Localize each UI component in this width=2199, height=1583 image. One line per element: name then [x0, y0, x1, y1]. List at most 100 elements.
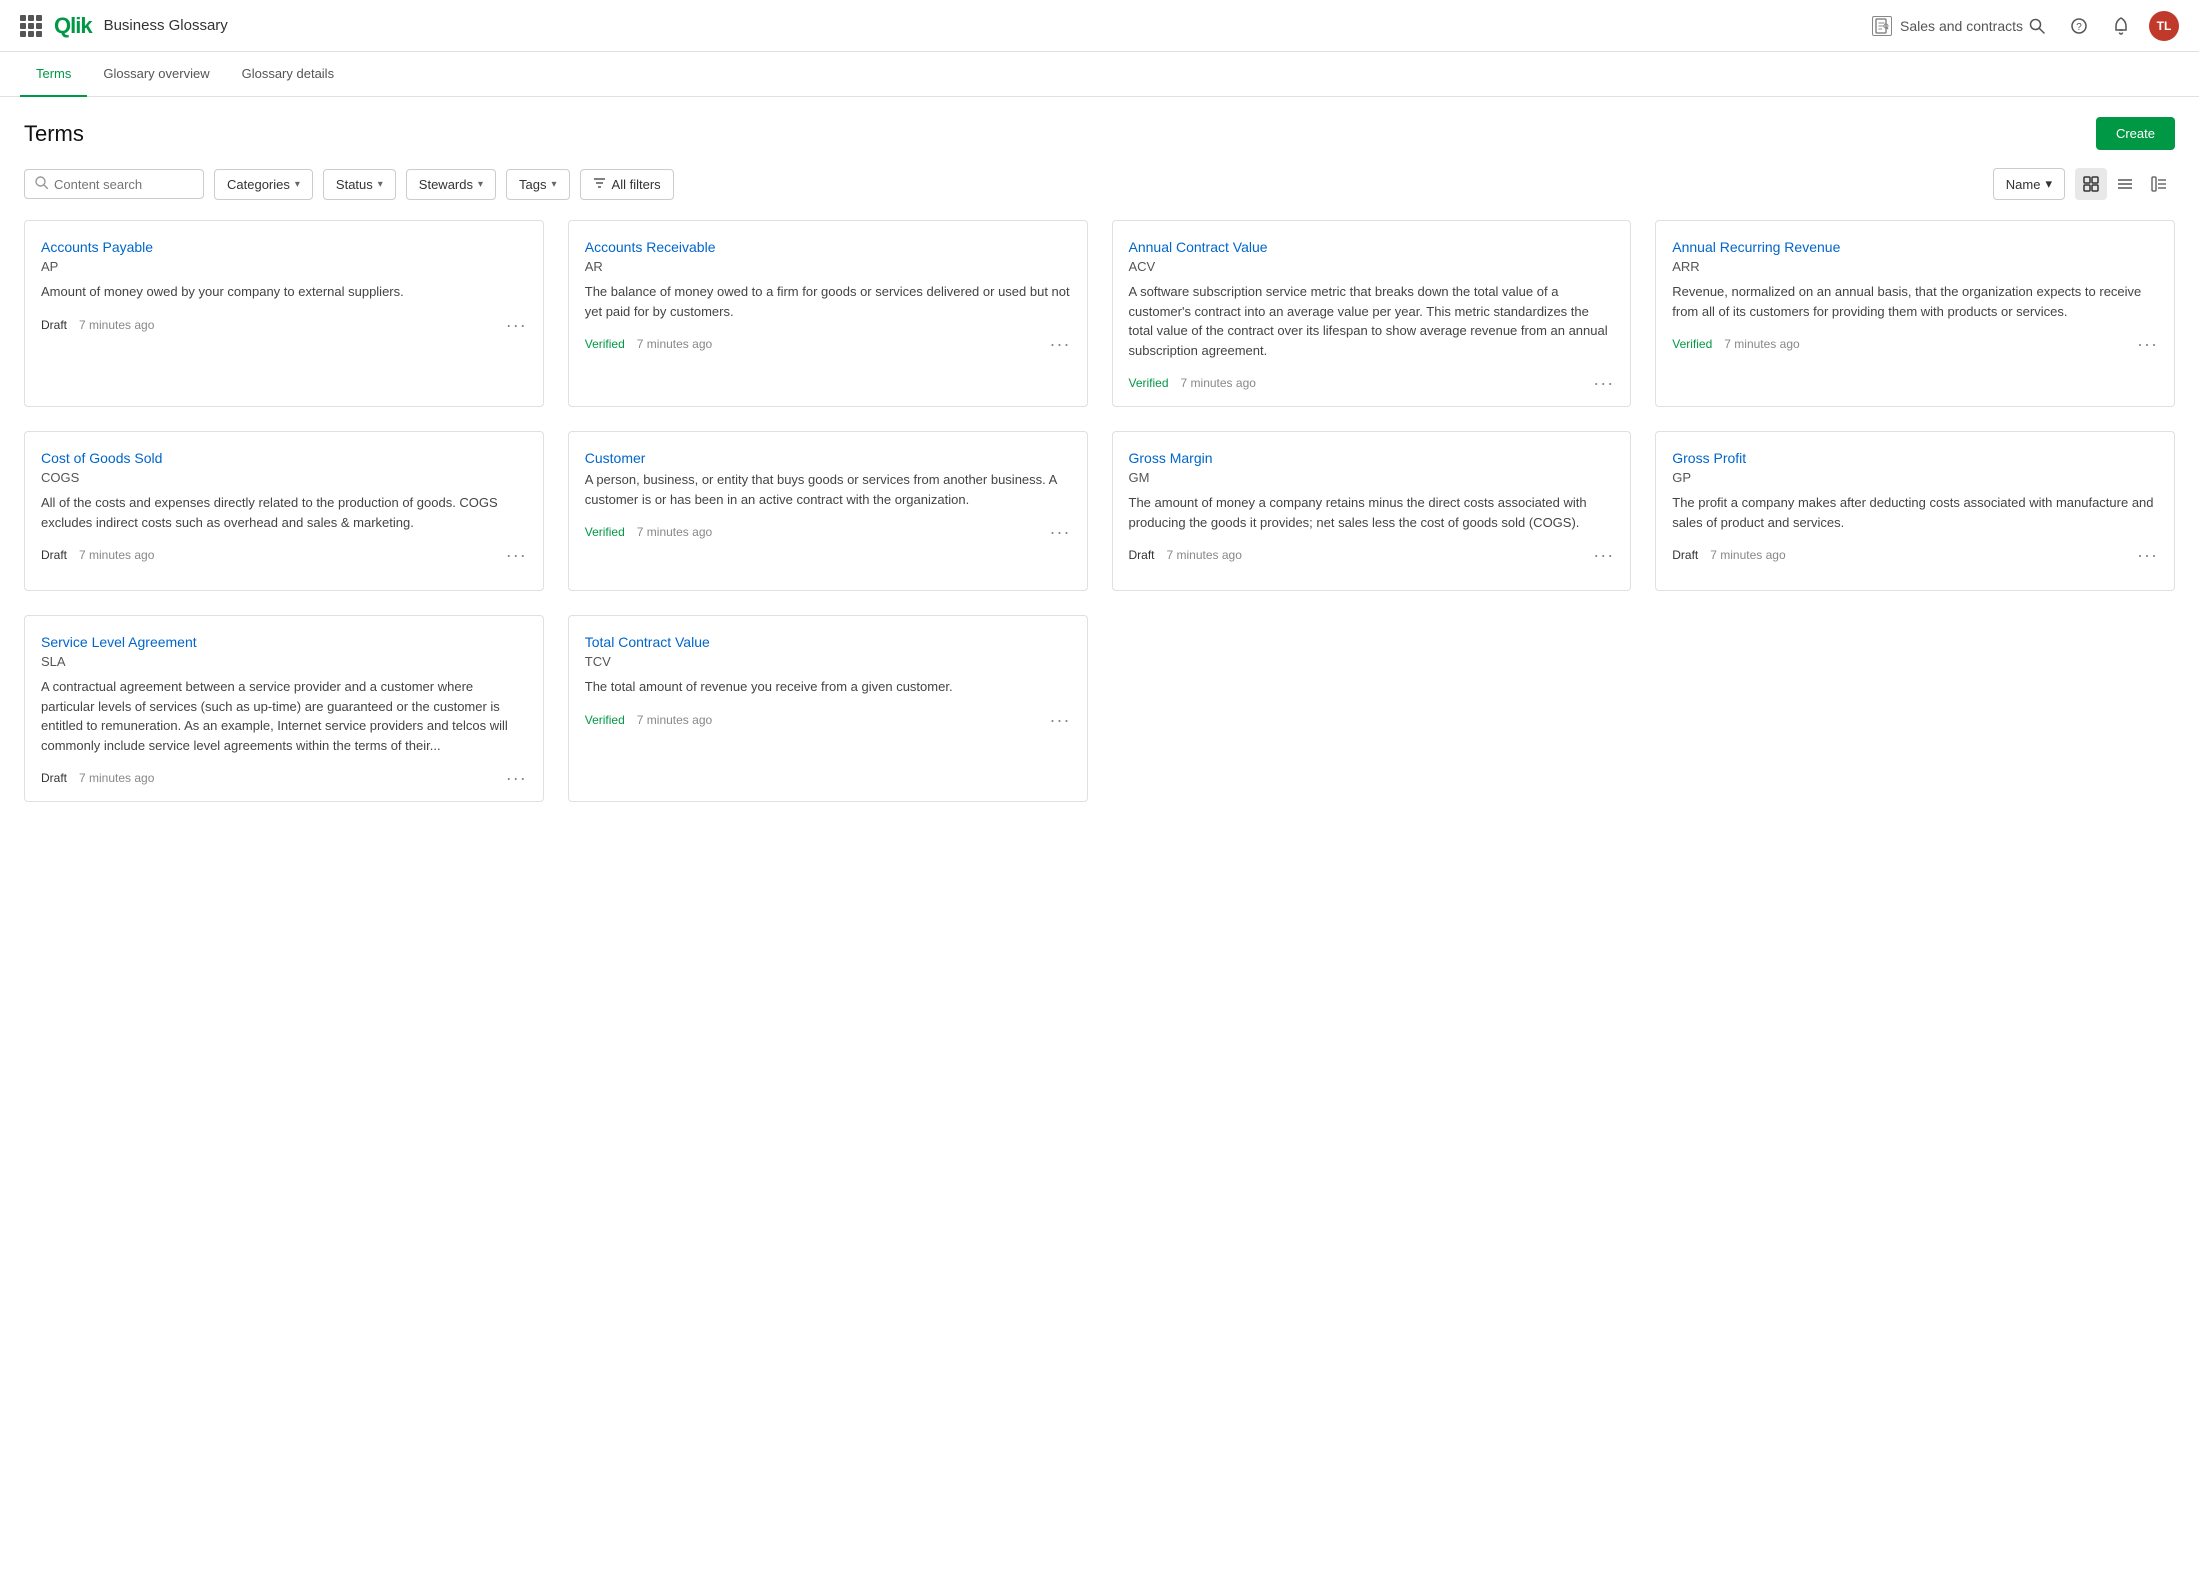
card-description: The amount of money a company retains mi… — [1129, 493, 1615, 532]
term-card: Accounts Receivable AR The balance of mo… — [568, 220, 1088, 407]
status-badge: Draft — [41, 548, 67, 562]
card-title-link[interactable]: Gross Profit — [1672, 450, 2158, 466]
card-status-row: Verified 7 minutes ago — [1129, 376, 1256, 390]
card-time: 7 minutes ago — [637, 337, 712, 351]
more-options-button[interactable]: ··· — [1050, 523, 1071, 541]
card-time: 7 minutes ago — [1710, 548, 1785, 562]
svg-text:?: ? — [2076, 22, 2082, 33]
more-options-button[interactable]: ··· — [506, 769, 527, 787]
status-badge: Draft — [1129, 548, 1155, 562]
create-button[interactable]: Create — [2096, 117, 2175, 150]
term-card: Customer A person, business, or entity t… — [568, 431, 1088, 591]
more-options-button[interactable]: ··· — [506, 316, 527, 334]
more-options-button[interactable]: ··· — [1050, 335, 1071, 353]
search-button[interactable] — [2023, 12, 2051, 40]
topbar-right: ? TL — [2023, 11, 2179, 41]
card-title-link[interactable]: Accounts Payable — [41, 239, 527, 255]
grid-view-button[interactable] — [2075, 168, 2107, 200]
more-options-button[interactable]: ··· — [2137, 335, 2158, 353]
search-box[interactable] — [24, 169, 204, 199]
more-options-button[interactable]: ··· — [2137, 546, 2158, 564]
status-badge: Verified — [1672, 337, 1712, 351]
categories-filter[interactable]: Categories ▾ — [214, 169, 313, 200]
detail-view-button[interactable] — [2143, 168, 2175, 200]
view-toggle — [2075, 168, 2175, 200]
card-abbr: AP — [41, 259, 527, 274]
card-title-link[interactable]: Annual Contract Value — [1129, 239, 1615, 255]
status-filter[interactable]: Status ▾ — [323, 169, 396, 200]
card-time: 7 minutes ago — [1724, 337, 1799, 351]
status-badge: Verified — [585, 525, 625, 539]
chevron-down-icon: ▾ — [552, 179, 557, 190]
qlik-logo: Qlik — [54, 13, 92, 39]
page-title: Terms — [24, 121, 84, 147]
term-card: Total Contract Value TCV The total amoun… — [568, 615, 1088, 802]
card-title-link[interactable]: Service Level Agreement — [41, 634, 527, 650]
cards-grid: Accounts Payable AP Amount of money owed… — [24, 220, 2175, 802]
card-abbr: GP — [1672, 470, 2158, 485]
tags-filter[interactable]: Tags ▾ — [506, 169, 570, 200]
card-description: Amount of money owed by your company to … — [41, 282, 527, 302]
topbar: Qlik Business Glossary Sales and contrac… — [0, 0, 2199, 52]
card-status-row: Verified 7 minutes ago — [585, 337, 712, 351]
more-options-button[interactable]: ··· — [1593, 374, 1614, 392]
card-title-link[interactable]: Annual Recurring Revenue — [1672, 239, 2158, 255]
search-input[interactable] — [54, 177, 184, 192]
list-view-button[interactable] — [2109, 168, 2141, 200]
chevron-down-icon: ▾ — [295, 179, 300, 190]
card-description: The total amount of revenue you receive … — [585, 677, 1071, 697]
card-footer: Draft 7 minutes ago ··· — [41, 546, 527, 564]
chevron-down-icon: ▾ — [378, 179, 383, 190]
tab-glossary-overview[interactable]: Glossary overview — [87, 52, 225, 97]
avatar[interactable]: TL — [2149, 11, 2179, 41]
tab-navigation: Terms Glossary overview Glossary details — [0, 52, 2199, 97]
status-badge: Draft — [41, 318, 67, 332]
card-status-row: Draft 7 minutes ago — [1129, 548, 1242, 562]
card-title-link[interactable]: Customer — [585, 450, 1071, 466]
term-card: Gross Profit GP The profit a company mak… — [1655, 431, 2175, 591]
card-abbr: COGS — [41, 470, 527, 485]
filter-bar: Categories ▾ Status ▾ Stewards ▾ Tags ▾ … — [24, 168, 2175, 200]
card-status-row: Draft 7 minutes ago — [41, 771, 154, 785]
tab-glossary-details[interactable]: Glossary details — [226, 52, 350, 97]
all-filters-button[interactable]: All filters — [580, 169, 674, 200]
card-time: 7 minutes ago — [79, 771, 154, 785]
card-description: A software subscription service metric t… — [1129, 282, 1615, 360]
more-options-button[interactable]: ··· — [506, 546, 527, 564]
card-title-link[interactable]: Gross Margin — [1129, 450, 1615, 466]
card-footer: Verified 7 minutes ago ··· — [1129, 374, 1615, 392]
tab-terms[interactable]: Terms — [20, 52, 87, 97]
apps-grid-icon[interactable] — [20, 15, 42, 37]
card-status-row: Draft 7 minutes ago — [1672, 548, 1785, 562]
term-card: Annual Contract Value ACV A software sub… — [1112, 220, 1632, 407]
card-title-link[interactable]: Total Contract Value — [585, 634, 1071, 650]
stewards-filter[interactable]: Stewards ▾ — [406, 169, 496, 200]
card-title-link[interactable]: Accounts Receivable — [585, 239, 1071, 255]
sort-name-button[interactable]: Name ▾ — [1993, 168, 2065, 200]
card-time: 7 minutes ago — [79, 318, 154, 332]
card-footer: Verified 7 minutes ago ··· — [585, 335, 1071, 353]
card-status-row: Verified 7 minutes ago — [585, 525, 712, 539]
status-badge: Verified — [585, 713, 625, 727]
card-description: The balance of money owed to a firm for … — [585, 282, 1071, 321]
card-description: All of the costs and expenses directly r… — [41, 493, 527, 532]
more-options-button[interactable]: ··· — [1050, 711, 1071, 729]
card-footer: Draft 7 minutes ago ··· — [1672, 546, 2158, 564]
card-footer: Verified 7 minutes ago ··· — [585, 523, 1071, 541]
card-time: 7 minutes ago — [637, 525, 712, 539]
card-title-link[interactable]: Cost of Goods Sold — [41, 450, 527, 466]
card-footer: Draft 7 minutes ago ··· — [41, 316, 527, 334]
card-time: 7 minutes ago — [1181, 376, 1256, 390]
notifications-button[interactable] — [2107, 12, 2135, 40]
card-status-row: Draft 7 minutes ago — [41, 548, 154, 562]
card-time: 7 minutes ago — [637, 713, 712, 727]
card-abbr: GM — [1129, 470, 1615, 485]
chevron-down-icon: ▾ — [2045, 176, 2052, 192]
status-badge: Draft — [1672, 548, 1698, 562]
app-title: Business Glossary — [104, 17, 228, 34]
card-description: The profit a company makes after deducti… — [1672, 493, 2158, 532]
more-options-button[interactable]: ··· — [1593, 546, 1614, 564]
help-button[interactable]: ? — [2065, 12, 2093, 40]
topbar-center: Sales and contracts — [1872, 16, 2023, 36]
page-header: Terms Create — [24, 117, 2175, 150]
